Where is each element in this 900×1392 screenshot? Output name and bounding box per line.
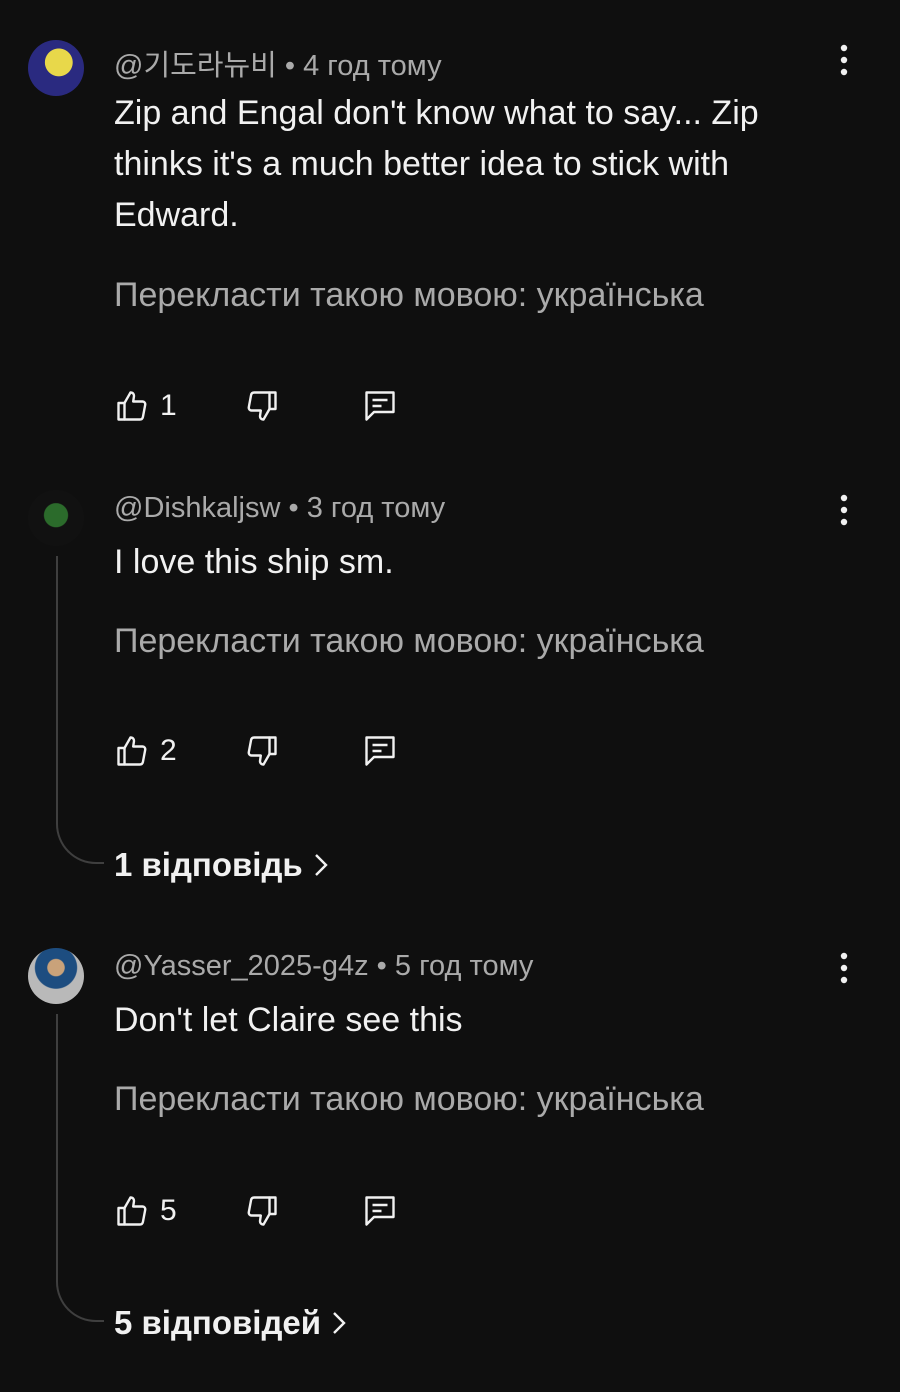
reply-icon[interactable] (362, 1193, 398, 1229)
reply-icon[interactable] (362, 388, 398, 424)
thumbs-up-icon[interactable] (114, 733, 150, 769)
comment-header: @기도라뉴비 • 4 год тому (114, 42, 442, 84)
comment-text: Zip and Engal don't know what to say... … (114, 94, 759, 234)
avatar[interactable] (28, 490, 84, 546)
thumbs-down-icon[interactable] (244, 1193, 280, 1229)
replies-button[interactable]: 5 відповідей (114, 1304, 347, 1344)
more-vert-icon[interactable] (828, 40, 860, 80)
replies-button[interactable]: 1 відповідь (114, 846, 329, 886)
comment-header: @Dishkaljsw • 3 год тому (114, 492, 445, 525)
comment-actions: 2 (114, 733, 514, 773)
thumbs-down-icon[interactable] (244, 733, 280, 769)
author-name[interactable]: @기도라뉴비 (114, 50, 277, 82)
comment-actions: 5 (114, 1193, 514, 1233)
translate-link[interactable]: Перекласти такою мовою: українська (114, 622, 704, 661)
avatar[interactable] (28, 948, 84, 1004)
thumbs-up-icon[interactable] (114, 388, 150, 424)
reply-icon[interactable] (362, 733, 398, 769)
more-vert-icon[interactable] (828, 948, 860, 988)
comments-page: @기도라뉴비 • 4 год тому Zip and Engal don't … (0, 0, 900, 1392)
timestamp[interactable]: 3 год тому (307, 492, 445, 524)
separator: • (280, 492, 307, 524)
author-name[interactable]: @Dishkaljsw (114, 492, 280, 524)
separator: • (368, 950, 395, 982)
thumbs-down-icon[interactable] (244, 388, 280, 424)
chevron-right-icon (331, 1306, 347, 1344)
timestamp[interactable]: 4 год тому (303, 50, 441, 82)
avatar[interactable] (28, 40, 84, 96)
comment-actions: 1 (114, 388, 514, 428)
author-name[interactable]: @Yasser_2025-g4z (114, 950, 369, 982)
thumbs-up-icon[interactable] (114, 1193, 150, 1229)
comment-header: @Yasser_2025-g4z • 5 год тому (114, 950, 533, 983)
chevron-right-icon (313, 848, 329, 886)
timestamp[interactable]: 5 год тому (395, 950, 533, 982)
comment-text: Don't let Claire see this (114, 1001, 463, 1039)
thread-line (56, 1014, 104, 1322)
like-count: 1 (160, 389, 177, 422)
more-vert-icon[interactable] (828, 490, 860, 530)
thread-line (56, 556, 104, 864)
translate-link[interactable]: Перекласти такою мовою: українська (114, 1080, 704, 1119)
comment-text: I love this ship sm. (114, 543, 394, 581)
separator: • (276, 50, 304, 82)
replies-count: 5 відповідей (114, 1304, 322, 1341)
like-count: 2 (160, 734, 177, 767)
translate-link[interactable]: Перекласти такою мовою: українська (114, 276, 704, 315)
like-count: 5 (160, 1194, 177, 1227)
replies-count: 1 відповідь (114, 846, 303, 883)
